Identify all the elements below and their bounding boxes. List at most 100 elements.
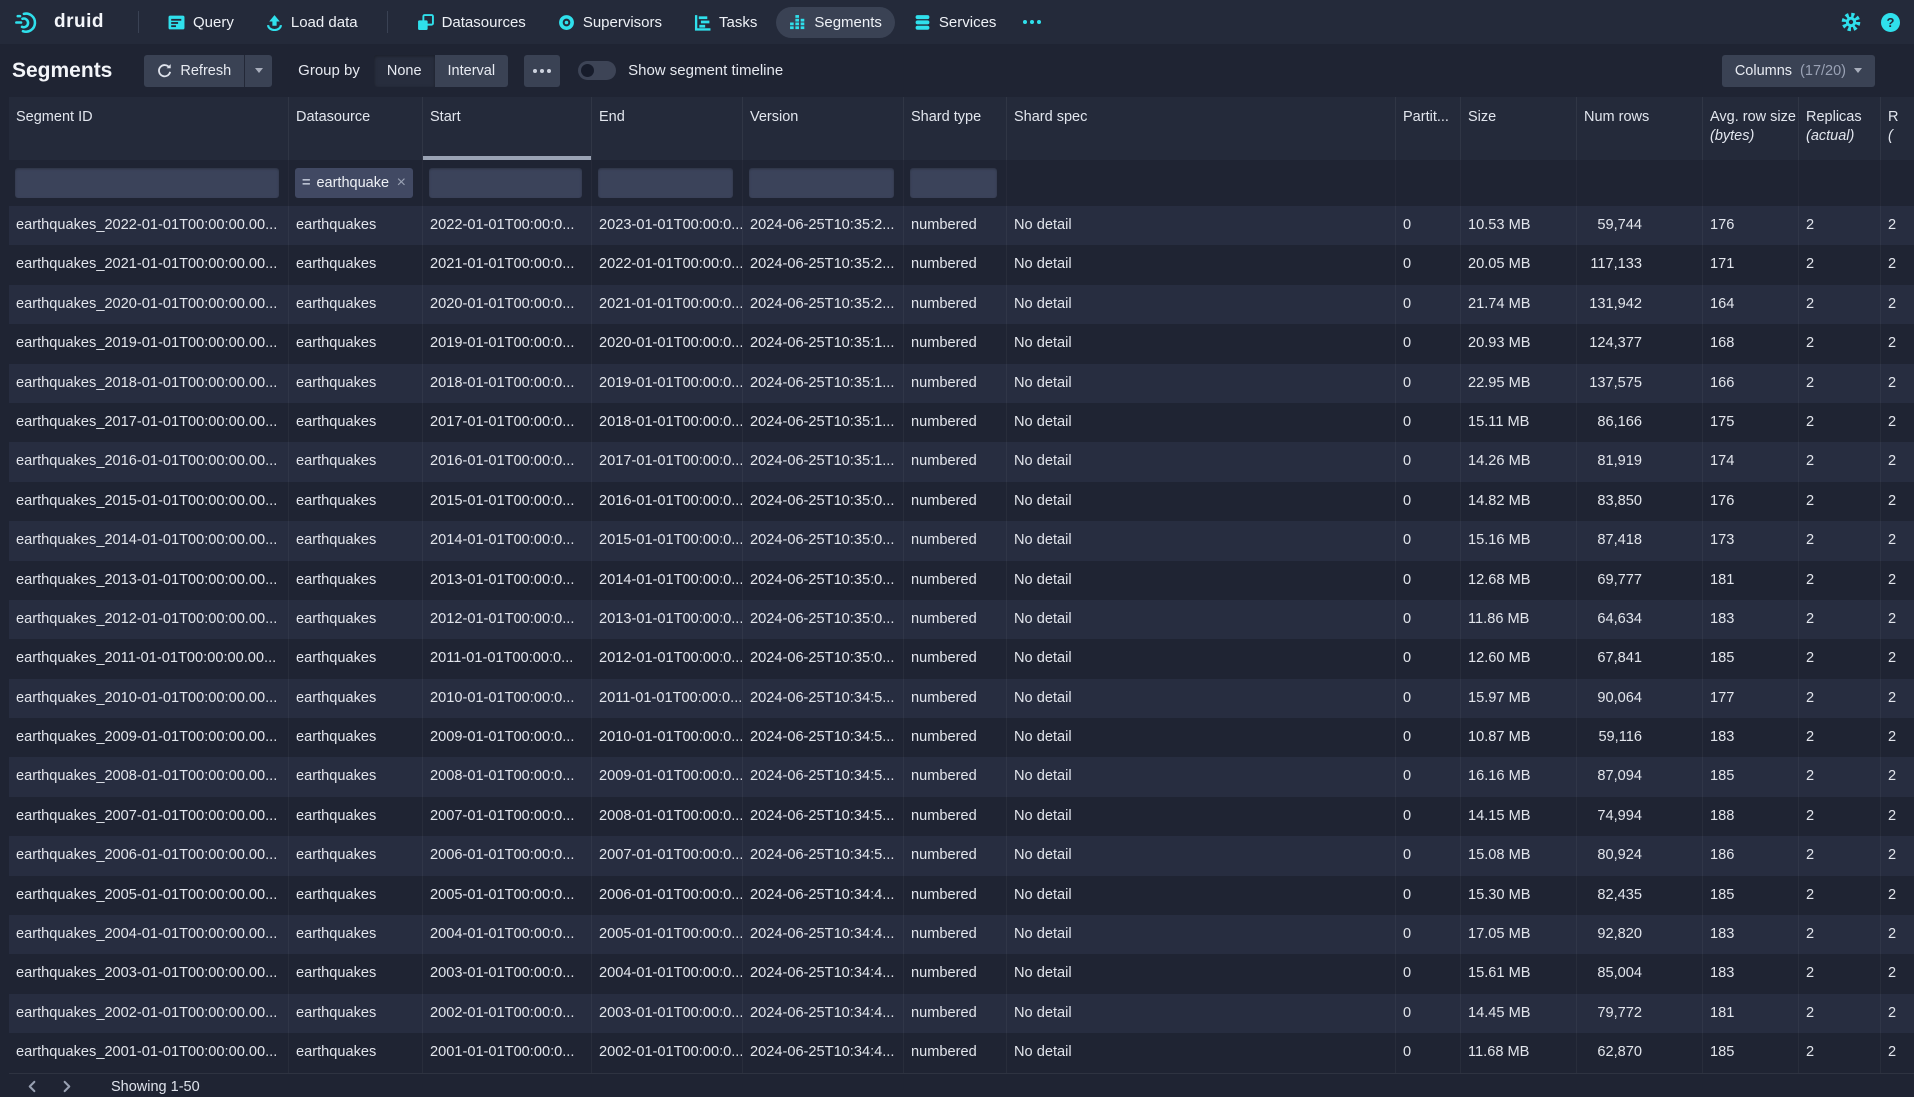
brand-home-link[interactable]: druid — [14, 10, 104, 35]
cell-segment-id: earthquakes_2006-01-01T00:00:00.00... — [9, 836, 289, 875]
cell-shard-spec: No detail — [1007, 206, 1396, 245]
cell-replicas: 2 — [1799, 442, 1881, 481]
segment-timeline-toggle[interactable] — [578, 61, 616, 80]
nav-item-tasks[interactable]: Tasks — [681, 7, 770, 38]
nav-item-query[interactable]: Query — [155, 7, 247, 38]
cell-datasource: earthquakes — [289, 718, 423, 757]
table-row[interactable]: earthquakes_2017-01-01T00:00:00.00... ea… — [9, 403, 1914, 442]
header-end[interactable]: End — [592, 97, 743, 160]
header-datasource[interactable]: Datasource — [289, 97, 423, 160]
table-row[interactable]: earthquakes_2002-01-01T00:00:00.00... ea… — [9, 994, 1914, 1033]
nav-item-segments[interactable]: Segments — [776, 7, 895, 38]
columns-button[interactable]: Columns (17/20) — [1722, 55, 1875, 87]
table-row[interactable]: earthquakes_2015-01-01T00:00:00.00... ea… — [9, 482, 1914, 521]
group-by-interval-button[interactable]: Interval — [435, 55, 509, 87]
nav-item-datasources[interactable]: Datasources — [404, 7, 539, 38]
cell-shard-spec: No detail — [1007, 994, 1396, 1033]
header-avg-row-size[interactable]: Avg. row size(bytes) — [1703, 97, 1799, 160]
group-by-none-button[interactable]: None — [374, 55, 435, 87]
filter-segment-id-input[interactable] — [15, 168, 279, 198]
nav-item-services[interactable]: Services — [901, 7, 1010, 38]
header-shard-type[interactable]: Shard type — [904, 97, 1007, 160]
cell-datasource: earthquakes — [289, 521, 423, 560]
nav-item-supervisors[interactable]: Supervisors — [545, 7, 675, 38]
cell-segment-id: earthquakes_2021-01-01T00:00:00.00... — [9, 245, 289, 284]
refresh-button[interactable]: Refresh — [144, 55, 244, 87]
cell-partition: 0 — [1396, 915, 1461, 954]
remove-filter-icon[interactable]: × — [397, 174, 406, 192]
header-partition[interactable]: Partit... — [1396, 97, 1461, 160]
more-options-button[interactable] — [524, 55, 560, 87]
header-version[interactable]: Version — [743, 97, 904, 160]
header-replicas[interactable]: Replicas(actual) — [1799, 97, 1881, 160]
table-row[interactable]: earthquakes_2014-01-01T00:00:00.00... ea… — [9, 521, 1914, 560]
header-start[interactable]: Start — [423, 97, 592, 160]
table-row[interactable]: earthquakes_2022-01-01T00:00:00.00... ea… — [9, 206, 1914, 245]
cell-size: 15.08 MB — [1461, 836, 1577, 875]
nav-item-load-data[interactable]: Load data — [253, 7, 371, 38]
cell-num-rows: 80,924 — [1577, 836, 1703, 875]
table-row[interactable]: earthquakes_2004-01-01T00:00:00.00... ea… — [9, 915, 1914, 954]
cell-end: 2012-01-01T00:00:0... — [592, 639, 743, 678]
table-row[interactable]: earthquakes_2020-01-01T00:00:00.00... ea… — [9, 285, 1914, 324]
showing-range-label: Showing 1-50 — [111, 1079, 200, 1095]
cell-segment-id: earthquakes_2020-01-01T00:00:00.00... — [9, 285, 289, 324]
cell-avg-row-size: 183 — [1703, 718, 1799, 757]
cell-shard-type: numbered — [904, 797, 1007, 836]
cell-avg-row-size: 185 — [1703, 757, 1799, 796]
filter-end-input[interactable] — [598, 168, 733, 198]
header-shard-spec[interactable]: Shard spec — [1007, 97, 1396, 160]
nav-item-label: Load data — [291, 14, 358, 31]
toggle-knob — [581, 64, 594, 77]
cell-size: 15.30 MB — [1461, 876, 1577, 915]
cell-start: 2011-01-01T00:00:0... — [423, 639, 592, 678]
cell-partition: 0 — [1396, 1033, 1461, 1072]
header-replication-factor-partial[interactable]: R( — [1881, 97, 1914, 160]
table-row[interactable]: earthquakes_2001-01-01T00:00:00.00... ea… — [9, 1033, 1914, 1072]
nav-item-label: Supervisors — [583, 14, 662, 31]
table-row[interactable]: earthquakes_2012-01-01T00:00:00.00... ea… — [9, 600, 1914, 639]
table-row[interactable]: earthquakes_2005-01-01T00:00:00.00... ea… — [9, 876, 1914, 915]
cell-shard-spec: No detail — [1007, 797, 1396, 836]
cell-num-rows: 64,634 — [1577, 600, 1703, 639]
refresh-dropdown-button[interactable] — [244, 55, 272, 87]
cell-size: 22.95 MB — [1461, 364, 1577, 403]
cell-partition: 0 — [1396, 206, 1461, 245]
header-segment-id[interactable]: Segment ID — [9, 97, 289, 160]
previous-page-button[interactable] — [17, 1076, 47, 1097]
cell-end: 2023-01-01T00:00:0... — [592, 206, 743, 245]
table-row[interactable]: earthquakes_2021-01-01T00:00:00.00... ea… — [9, 245, 1914, 284]
table-body: earthquakes_2022-01-01T00:00:00.00... ea… — [9, 206, 1914, 1073]
table-row[interactable]: earthquakes_2018-01-01T00:00:00.00... ea… — [9, 364, 1914, 403]
table-row[interactable]: earthquakes_2009-01-01T00:00:00.00... ea… — [9, 718, 1914, 757]
cell-shard-type: numbered — [904, 915, 1007, 954]
filter-start-input[interactable] — [429, 168, 582, 198]
table-row[interactable]: earthquakes_2011-01-01T00:00:00.00... ea… — [9, 639, 1914, 678]
help-icon[interactable]: ? — [1881, 13, 1900, 32]
header-num-rows[interactable]: Num rows — [1577, 97, 1703, 160]
cell-segment-id: earthquakes_2013-01-01T00:00:00.00... — [9, 561, 289, 600]
nav-more-icon[interactable] — [1015, 14, 1049, 30]
cell-shard-spec: No detail — [1007, 324, 1396, 363]
table-row[interactable]: earthquakes_2008-01-01T00:00:00.00... ea… — [9, 757, 1914, 796]
table-row[interactable]: earthquakes_2003-01-01T00:00:00.00... ea… — [9, 954, 1914, 993]
table-row[interactable]: earthquakes_2019-01-01T00:00:00.00... ea… — [9, 324, 1914, 363]
next-page-button[interactable] — [51, 1076, 81, 1097]
cell-replication-factor-partial: 2 — [1881, 364, 1914, 403]
cell-datasource: earthquakes — [289, 1033, 423, 1072]
table-row[interactable]: earthquakes_2006-01-01T00:00:00.00... ea… — [9, 836, 1914, 875]
filter-version-input[interactable] — [749, 168, 894, 198]
nav-item-label: Tasks — [719, 14, 757, 31]
datasource-filter-tag[interactable]: = earthquake × — [295, 168, 413, 198]
table-row[interactable]: earthquakes_2016-01-01T00:00:00.00... ea… — [9, 442, 1914, 481]
cell-shard-type: numbered — [904, 364, 1007, 403]
nav-divider — [138, 11, 139, 33]
filter-shard-type-input[interactable] — [910, 168, 997, 198]
table-row[interactable]: earthquakes_2007-01-01T00:00:00.00... ea… — [9, 797, 1914, 836]
table-row[interactable]: earthquakes_2013-01-01T00:00:00.00... ea… — [9, 561, 1914, 600]
table-row[interactable]: earthquakes_2010-01-01T00:00:00.00... ea… — [9, 679, 1914, 718]
settings-gear-icon[interactable] — [1841, 12, 1861, 32]
header-size[interactable]: Size — [1461, 97, 1577, 160]
cell-version: 2024-06-25T10:34:5... — [743, 836, 904, 875]
cell-num-rows: 137,575 — [1577, 364, 1703, 403]
